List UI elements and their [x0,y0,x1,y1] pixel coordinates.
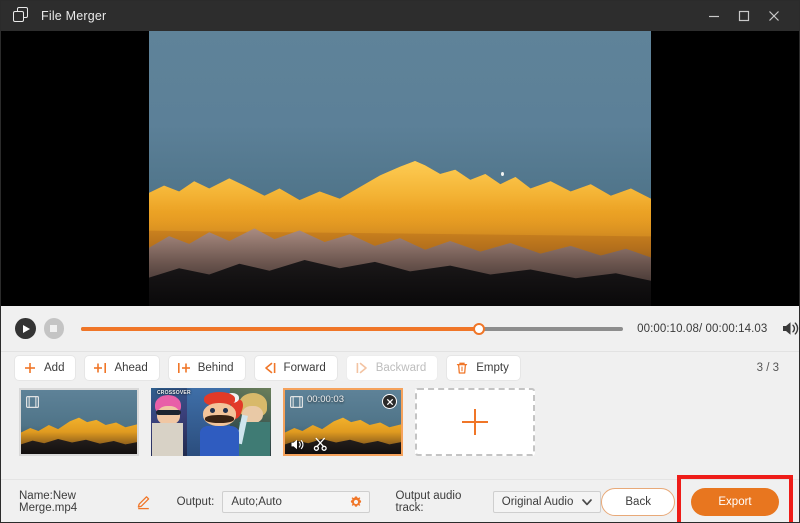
player-bar: 00:00:10.08/ 00:00:14.03 [1,306,799,351]
clip-thumbnail-1[interactable] [19,388,139,456]
forward-button[interactable]: Forward [254,356,337,380]
title-bar: File Merger [1,1,799,31]
file-merger-logo-icon [13,7,31,25]
plus-icon [462,409,488,435]
clip-strip: CROSSOVER 00:00:03 [1,384,799,479]
plus-before-icon [93,361,107,375]
empty-button-label: Empty [476,362,509,374]
seek-slider[interactable] [81,322,624,335]
clip-counter: 3 / 3 [756,362,779,374]
clip-2-poster-text: CROSSOVER [157,389,191,396]
seek-handle[interactable] [473,322,486,335]
backward-button[interactable]: Backward [346,356,438,380]
maximize-icon[interactable] [729,1,759,31]
audio-track-value: Original Audio [501,496,574,508]
gear-icon[interactable] [349,495,363,509]
behind-button[interactable]: Behind [168,356,245,380]
volume-on-icon[interactable] [779,318,799,340]
plus-after-icon [177,361,191,375]
film-strip-icon [26,395,40,409]
video-stage [1,31,799,306]
pencil-icon[interactable] [136,495,151,510]
film-strip-icon [290,395,304,409]
minimize-icon[interactable] [699,1,729,31]
move-backward-icon [355,361,369,375]
output-format-value: Auto;Auto [231,496,282,508]
video-preview[interactable] [149,31,651,306]
clip-3-actions [290,437,328,451]
volume-mute-icon[interactable] [290,438,305,451]
output-name-label: Name:New Merge.mp4 [19,490,78,514]
clip-toolbar: Add Ahead Behind Forward Backward Empty … [1,351,799,384]
window-controls [699,1,799,31]
close-icon[interactable] [759,1,789,31]
empty-button[interactable]: Empty [447,356,520,380]
export-button-wrapper: Export [677,475,793,522]
scissors-icon[interactable] [313,437,328,451]
ahead-button[interactable]: Ahead [85,356,159,380]
clip-thumbnail-3[interactable]: 00:00:03 [283,388,403,456]
add-button[interactable]: Add [15,356,76,380]
audio-track-select[interactable]: Original Audio [492,491,602,513]
close-icon[interactable] [382,394,397,409]
output-label: Output: [176,496,215,508]
chevron-down-icon [581,496,593,508]
audio-track-label: Output audio track: [395,490,462,514]
file-merger-window: File Merger 00:00:10.08/ 00:00:14.03 Add… [0,0,800,523]
back-button[interactable]: Back [601,488,675,516]
trash-icon [455,361,469,375]
export-button[interactable]: Export [691,488,779,516]
add-button-label: Add [44,362,65,374]
ahead-button-label: Ahead [114,362,148,374]
clip-2-image: CROSSOVER [151,388,271,456]
behind-button-label: Behind [197,362,234,374]
forward-button-label: Forward [283,362,326,374]
preview-bird [501,172,504,176]
output-format-field[interactable]: Auto;Auto [222,491,370,513]
seek-progress-fill [81,326,480,331]
time-display: 00:00:10.08/ 00:00:14.03 [637,322,768,335]
play-icon[interactable] [15,318,36,339]
move-forward-icon [263,361,277,375]
window-title: File Merger [41,9,107,23]
clip-3-duration: 00:00:03 [307,394,344,405]
plus-icon [23,361,37,375]
stop-icon[interactable] [43,318,65,339]
add-clip-button[interactable] [415,388,535,456]
footer-bar: Name:New Merge.mp4 Output: Auto;Auto Out… [1,475,799,522]
backward-button-label: Backward [375,362,427,374]
clip-thumbnail-2[interactable]: CROSSOVER [151,388,271,456]
